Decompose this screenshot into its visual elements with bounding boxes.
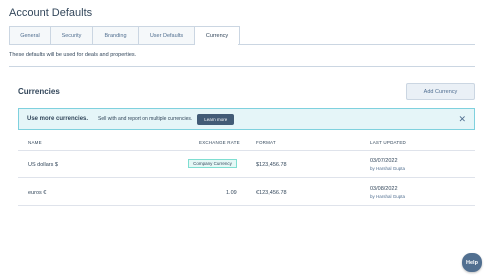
page-title: Account Defaults: [9, 7, 93, 19]
currency-name: US dollars $: [28, 162, 58, 168]
column-header-format[interactable]: FORMAT: [256, 140, 276, 145]
close-icon[interactable]: ✕: [458, 114, 466, 124]
currency-format: €123,456.78: [256, 190, 287, 196]
last-updated-by: by Harshal Gupta: [370, 194, 406, 199]
table-row: US dollars $ Company Currency $123,456.7…: [18, 151, 475, 178]
currency-name: euros €: [28, 190, 47, 196]
tab-branding[interactable]: Branding: [93, 26, 139, 45]
column-header-name[interactable]: NAME: [28, 140, 42, 145]
learn-more-button[interactable]: Learn more: [197, 113, 235, 125]
column-header-last-updated[interactable]: LAST UPDATED: [370, 140, 406, 145]
column-header-exchange-rate[interactable]: EXCHANGE RATE: [199, 140, 240, 145]
help-button[interactable]: Help: [462, 253, 482, 272]
banner-heading: Use more currencies.: [27, 116, 89, 122]
page-description: These defaults will be used for deals an…: [9, 52, 137, 58]
add-currency-button[interactable]: Add Currency: [406, 83, 475, 100]
company-currency-badge: Company Currency: [188, 159, 237, 168]
currencies-heading: Currencies: [18, 87, 60, 96]
last-updated-by: by Harshal Gupta: [370, 166, 406, 171]
tab-currency[interactable]: Currency: [195, 26, 240, 45]
tab-user-defaults[interactable]: User Defaults: [139, 26, 195, 45]
banner-text: Sell with and report on multiple currenc…: [98, 116, 193, 122]
multi-currency-banner: Use more currencies. Sell with and repor…: [18, 108, 475, 130]
currency-format: $123,456.78: [256, 162, 287, 168]
exchange-rate: 1.09: [226, 190, 237, 196]
last-updated-date: 03/07/2022: [370, 158, 398, 164]
table-header: NAME EXCHANGE RATE FORMAT LAST UPDATED: [18, 134, 475, 151]
tab-security[interactable]: Security: [51, 26, 93, 45]
tab-divider: [238, 44, 475, 45]
table-row: euros € 1.09 €123,456.78 03/08/2022 by H…: [18, 179, 475, 206]
section-divider: [9, 66, 475, 67]
tab-general[interactable]: General: [9, 26, 51, 45]
last-updated-date: 03/08/2022: [370, 186, 398, 192]
settings-tabs: General Security Branding User Defaults …: [9, 26, 240, 45]
